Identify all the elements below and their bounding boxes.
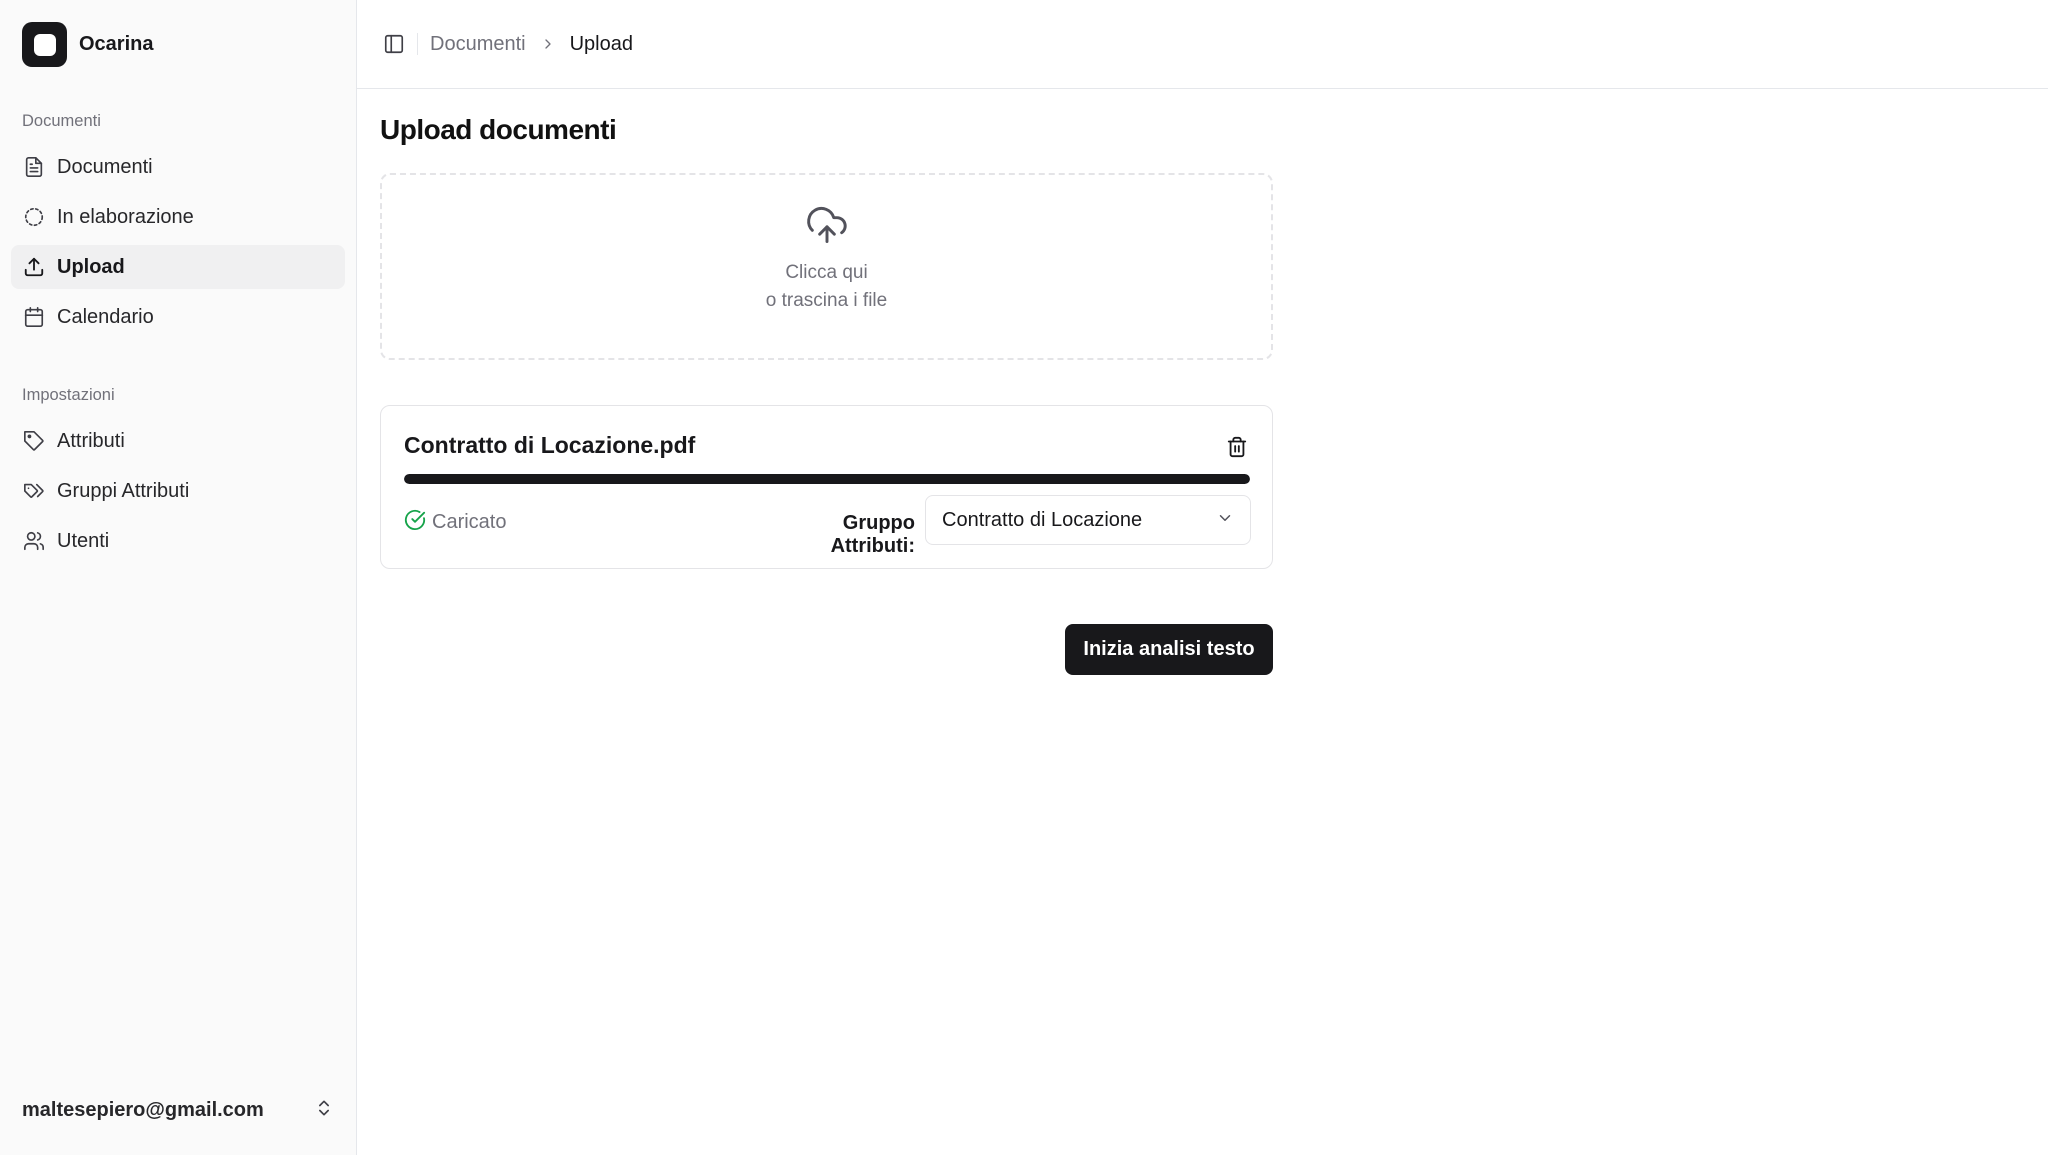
upload-icon: [23, 256, 45, 278]
chevron-down-icon: [1216, 509, 1234, 532]
sidebar-item-label: Utenti: [57, 529, 110, 552]
dropzone-text-line1: Clicca qui: [785, 262, 868, 283]
breadcrumb-item-upload: Upload: [569, 32, 633, 55]
calendar-icon: [23, 306, 45, 328]
sidebar-item-label: Attributi: [57, 429, 125, 452]
loader-circle-icon: [23, 206, 45, 228]
file-dropzone[interactable]: Clicca qui o trascina i file: [380, 173, 1273, 360]
sidebar-item-documenti[interactable]: Documenti: [11, 145, 345, 189]
nav-group-label-impostazioni: Impostazioni: [22, 386, 115, 404]
file-text-icon: [23, 156, 45, 178]
chevrons-up-down-icon: [314, 1098, 334, 1123]
chevron-right-icon: [540, 36, 556, 52]
upload-progress-fill: [404, 474, 1250, 484]
main-content: Documenti Upload Upload documenti Clicca…: [357, 0, 2048, 1155]
page-title: Upload documenti: [380, 114, 617, 145]
nav-group-label-documenti: Documenti: [22, 112, 101, 130]
sidebar-item-in-elaborazione[interactable]: In elaborazione: [11, 195, 345, 239]
attribute-group-label: Gruppo Attributi:: [830, 512, 915, 557]
sidebar-item-label: Gruppi Attributi: [57, 479, 190, 502]
sidebar-item-calendario[interactable]: Calendario: [11, 295, 345, 339]
sidebar-item-upload[interactable]: Upload: [11, 245, 345, 289]
app-logo: [22, 22, 67, 67]
sidebar-item-gruppi-attributi[interactable]: Gruppi Attributi: [11, 469, 345, 513]
attribute-group-value: Contratto di Locazione: [942, 508, 1143, 531]
divider: [417, 33, 418, 55]
trash-icon[interactable]: [1224, 434, 1250, 460]
check-circle-icon: [404, 509, 426, 536]
start-analysis-button[interactable]: Inizia analisi testo: [1065, 624, 1273, 675]
tags-icon: [23, 480, 45, 502]
uploaded-file-card: Contratto di Locazione.pdf Caricato Grup…: [380, 405, 1273, 569]
app-name: Ocarina: [79, 33, 154, 55]
breadcrumb-item-documenti[interactable]: Documenti: [430, 33, 526, 56]
upload-status: Caricato: [404, 509, 506, 536]
sidebar: Ocarina Documenti Documenti In elaborazi…: [0, 0, 357, 1155]
users-icon: [23, 530, 45, 552]
attribute-group-select[interactable]: Contratto di Locazione: [925, 495, 1251, 545]
user-menu[interactable]: maltesepiero@gmail.com: [22, 1090, 334, 1130]
sidebar-toggle-icon[interactable]: [381, 31, 407, 57]
brand[interactable]: Ocarina: [22, 22, 153, 67]
dropzone-text-line2: o trascina i file: [765, 290, 888, 311]
user-email: maltesepiero@gmail.com: [22, 1098, 264, 1121]
file-name: Contratto di Locazione.pdf: [404, 432, 696, 458]
tag-icon: [23, 430, 45, 452]
sidebar-item-label: In elaborazione: [57, 205, 194, 228]
cloud-upload-icon: [805, 203, 849, 247]
breadcrumb: Documenti Upload: [430, 33, 633, 56]
topbar: Documenti Upload: [357, 0, 2048, 89]
sidebar-item-attributi[interactable]: Attributi: [11, 419, 345, 463]
sidebar-item-utenti[interactable]: Utenti: [11, 519, 345, 563]
upload-status-text: Caricato: [432, 511, 507, 533]
sidebar-item-label: Upload: [57, 255, 125, 278]
upload-progress-bar: [404, 474, 1250, 484]
sidebar-item-label: Documenti: [57, 155, 153, 178]
sidebar-item-label: Calendario: [57, 305, 154, 328]
